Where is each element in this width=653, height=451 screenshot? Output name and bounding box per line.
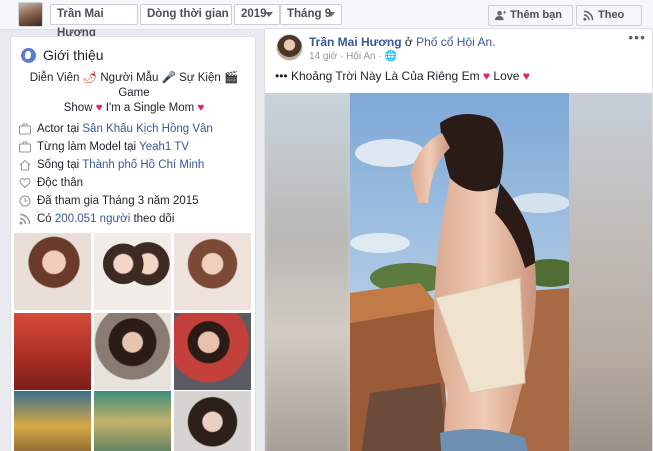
bio-text: Sự Kiện [179,72,221,84]
month-label: Tháng 9 [287,8,332,20]
profile-name-button[interactable]: Trần Mai Hương [50,4,138,39]
bio-text: Game [118,87,150,99]
photo-thumbnail[interactable] [94,391,171,451]
post-card: Trần Mai Hương ở Phố cổ Hội An. 14 giờ ·… [264,28,653,451]
photo-thumbnail[interactable] [174,391,251,451]
post-timestamp[interactable]: 14 giờ [309,51,337,62]
year-dropdown[interactable]: 2019 [234,4,280,25]
post-video[interactable] [265,93,652,451]
info-text: Từng làm Model tại [37,141,140,153]
profile-nav-bar: Trần Mai Hương Dòng thời gian 2019 Tháng… [0,0,653,40]
info-text: Đã tham gia Tháng 3 năm 2015 [37,195,199,207]
clock-icon [19,195,31,207]
year-label: 2019 [241,8,267,20]
post-text-love: Love [493,69,520,83]
post-author-avatar[interactable] [276,34,303,61]
rss-icon [583,10,594,21]
add-friend-icon [495,10,506,21]
chevron-down-icon [265,12,273,17]
video-frame [350,93,569,451]
add-friend-button[interactable]: Thêm bạn bè [488,5,573,40]
city-link[interactable]: Thành phố Hồ Chí Minh [82,159,204,171]
followers-link[interactable]: 200.051 người [55,213,130,225]
profile-name-label: Trần Mai Hương [57,8,104,39]
intro-title: Giới thiệu [43,47,104,63]
photo-thumbnail[interactable] [94,313,171,390]
post-text-main: ••• Khoảng Trời Này Là Của Riêng Em [275,69,480,83]
rss-icon [19,213,31,225]
info-text: Sống tại [37,159,83,171]
post-header-line: Trần Mai Hương ở Phố cổ Hội An. [309,35,496,49]
post-author-link[interactable]: Trần Mai Hương [309,35,402,49]
follow-button[interactable]: Theo dõi [576,5,642,40]
post-place-link[interactable]: Phố cổ Hội An. [416,35,495,49]
work-link[interactable]: Sân Khấu Kịch Hồng Vân [82,123,212,135]
more-options-button[interactable]: ••• [628,29,646,45]
heart-emoji-icon: ♥ [95,102,103,114]
post-meta: 14 giờ · Hội An · 🌐 [309,51,397,62]
clapperboard-emoji-icon: 🎬 [223,72,239,84]
photo-thumbnail[interactable] [14,391,91,451]
microphone-emoji-icon: 🎤 [161,72,176,84]
photo-thumbnail[interactable] [14,313,91,390]
timeline-label: Dòng thời gian [147,8,229,20]
photo-thumbnail[interactable] [174,233,251,310]
heart-emoji-icon: ♥ [522,69,530,83]
info-text: theo dõi [130,213,175,225]
photo-thumbnail[interactable] [174,313,251,390]
briefcase-icon [19,123,31,135]
bio-text: Diễn Viên [29,72,80,84]
home-icon [19,159,31,171]
heart-outline-icon [19,178,31,189]
timeline-button[interactable]: Dòng thời gian [140,4,232,25]
chili-emoji-icon: 🌶 [82,72,98,84]
past-work-link[interactable]: Yeah1 TV [139,141,189,153]
heart-emoji-icon: ♥ [197,102,205,114]
briefcase-icon [19,141,31,153]
bio-text: Show [63,102,93,114]
bio-text: Người Mẫu [100,72,159,84]
video-blur-background [569,93,652,451]
post-location[interactable]: Hội An [346,51,375,62]
globe-icon [21,48,36,63]
info-text: Actor tại [37,123,83,135]
video-blur-background [265,93,350,451]
intro-bio: Diễn Viên 🌶 Người Mẫu 🎤 Sự Kiện 🎬 Game S… [21,71,247,116]
bio-text: I'm a Single Mom [105,102,195,114]
info-text: Có [37,213,55,225]
info-text: Độc thân [37,177,84,189]
photo-thumbnail[interactable] [94,233,171,310]
month-dropdown[interactable]: Tháng 9 [280,4,342,25]
public-globe-icon: 🌐 [384,51,397,62]
intro-card: Giới thiệu Diễn Viên 🌶 Người Mẫu 🎤 Sự Ki… [10,36,256,451]
profile-avatar-thumbnail[interactable] [18,2,43,27]
post-text: ••• Khoảng Trời Này Là Của Riêng Em ♥ Lo… [275,69,530,83]
chevron-down-icon [327,12,335,17]
heart-emoji-icon: ♥ [482,69,491,83]
post-at-text: ở [401,35,417,49]
photo-thumbnail[interactable] [14,233,91,310]
